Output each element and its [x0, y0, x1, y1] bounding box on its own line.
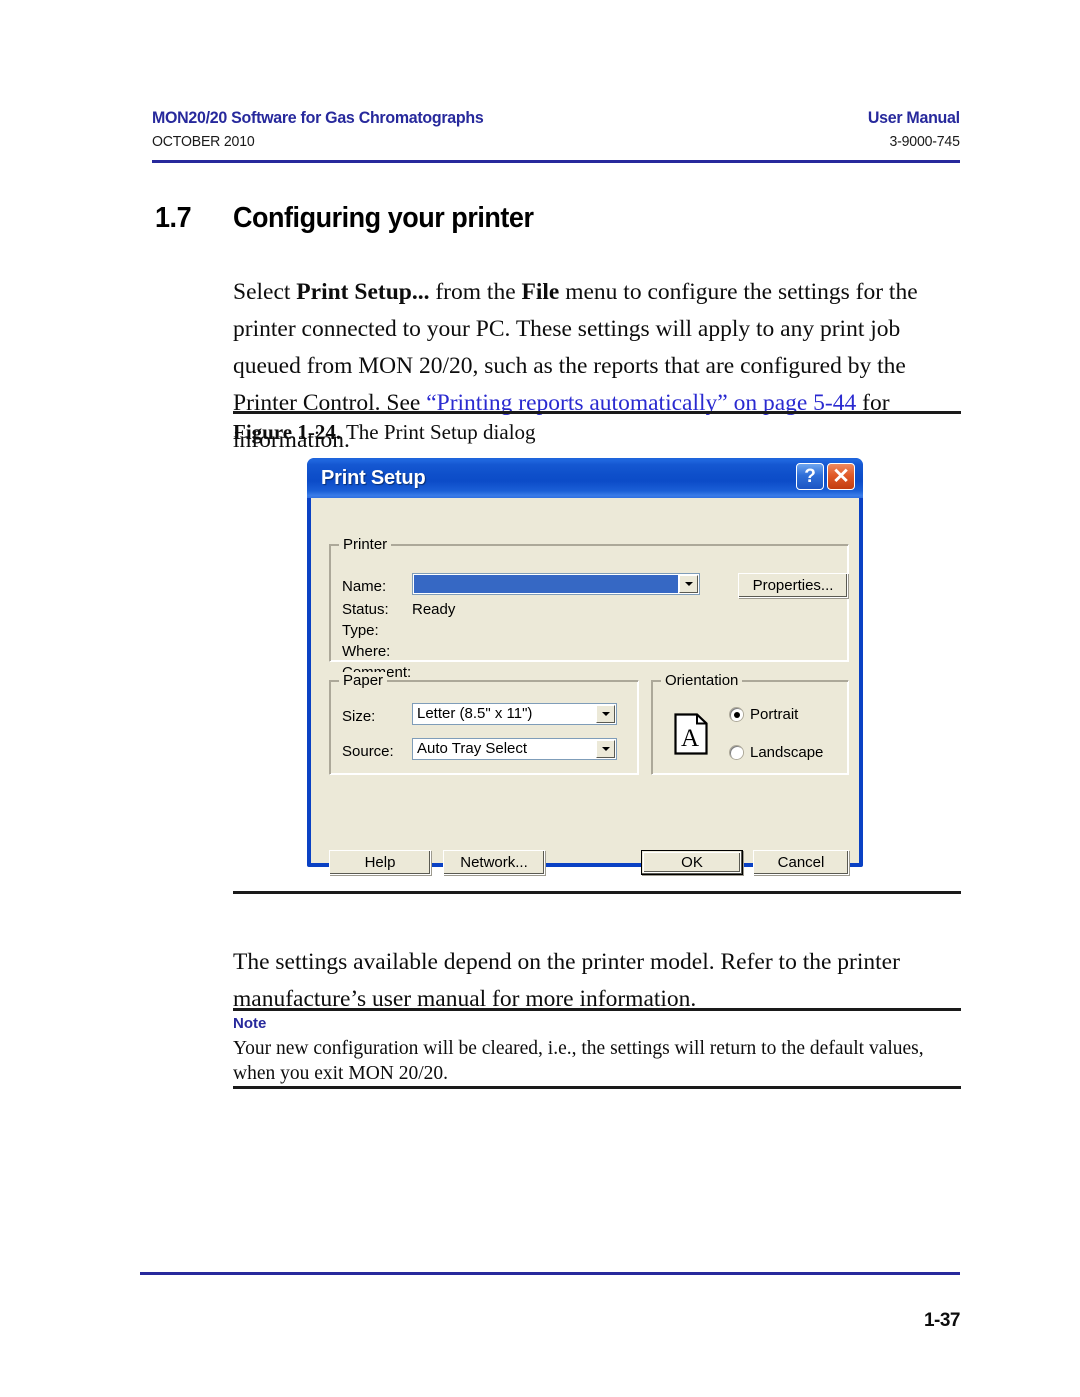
network-button-label: Network... — [460, 854, 528, 871]
orientation-portrait-label: Portrait — [750, 706, 799, 723]
printer-group-legend: Printer — [339, 536, 392, 553]
cancel-button-label: Cancel — [777, 854, 825, 871]
cancel-button[interactable]: Cancel — [753, 850, 849, 875]
section-title: Configuring your printer — [233, 202, 534, 235]
chevron-down-icon[interactable] — [596, 740, 615, 758]
printer-type-label: Type: — [342, 622, 379, 639]
paper-source-value: Auto Tray Select — [417, 740, 528, 757]
help-icon[interactable]: ? — [796, 463, 824, 490]
printer-name-combo[interactable] — [412, 573, 700, 595]
help-icon-glyph: ? — [804, 466, 816, 487]
orientation-group: Orientation A Portrait Landscape — [651, 672, 849, 775]
properties-button-label: Properties... — [752, 577, 834, 594]
figure-caption: Figure 1-24. The Print Setup dialog — [233, 420, 536, 445]
dialog-title: Print Setup — [321, 466, 426, 489]
figure-bottom-rule — [233, 891, 961, 894]
note-label: Note — [233, 1015, 267, 1032]
figure-top-rule — [233, 411, 961, 414]
post-figure-paragraph: The settings available depend on the pri… — [233, 948, 900, 1012]
close-icon-glyph: ✕ — [832, 465, 850, 488]
titlebar-buttons: ? ✕ — [796, 463, 855, 490]
ok-button[interactable]: OK — [641, 850, 743, 875]
note-bottom-rule — [233, 1086, 961, 1089]
paper-group: Paper Size: Letter (8.5" x 11") Source: … — [329, 672, 639, 775]
orientation-portrait-option[interactable]: Portrait — [730, 706, 798, 723]
printer-status-label: Status: — [342, 601, 389, 618]
section-number: 1.7 — [155, 202, 192, 235]
chevron-down-icon[interactable] — [596, 705, 615, 723]
paper-size-label: Size: — [342, 708, 376, 725]
printer-where-label: Where: — [342, 643, 391, 660]
svg-text:A: A — [681, 725, 699, 752]
note-top-rule — [233, 1008, 961, 1011]
orientation-landscape-option[interactable]: Landscape — [730, 744, 823, 761]
page-number: 1-37 — [923, 1310, 961, 1331]
menu-command-print-setup: Print Setup... — [296, 278, 430, 305]
help-button[interactable]: Help — [329, 850, 431, 875]
dialog-titlebar[interactable]: Print Setup ? ✕ — [307, 458, 863, 498]
radio-portrait-icon[interactable] — [730, 708, 743, 721]
help-button-label: Help — [364, 854, 396, 871]
manual-page: MON20/20 Software for Gas Chromatographs… — [0, 0, 1080, 1397]
ok-button-label: OK — [681, 854, 703, 871]
properties-button[interactable]: Properties... — [738, 573, 848, 598]
chevron-down-icon[interactable] — [679, 575, 698, 593]
header-part-number: 3-9000-745 — [889, 133, 960, 150]
header-date: OCTOBER 2010 — [152, 133, 255, 150]
footer-divider — [140, 1272, 960, 1275]
header-product-title: MON20/20 Software for Gas Chromatographs — [152, 108, 484, 127]
note-text: Your new configuration will be cleared, … — [233, 1038, 924, 1084]
menu-name-file: File — [521, 278, 560, 305]
intro-text-1: Select — [233, 278, 297, 305]
paper-size-combo[interactable]: Letter (8.5" x 11") — [412, 703, 617, 725]
figure-label: Figure 1-24. — [233, 420, 342, 444]
close-icon[interactable]: ✕ — [827, 463, 855, 490]
network-button[interactable]: Network... — [443, 850, 545, 875]
figure-caption-text: The Print Setup dialog — [341, 420, 536, 444]
orientation-landscape-label: Landscape — [750, 744, 824, 761]
paper-source-combo[interactable]: Auto Tray Select — [412, 738, 617, 760]
printer-group: Printer Name: Properties... Status: Read… — [329, 536, 849, 681]
paper-source-label: Source: — [342, 743, 394, 760]
printer-name-value — [414, 575, 678, 593]
header-document-type: User Manual — [868, 108, 960, 127]
intro-text-2: from the — [429, 278, 522, 305]
print-setup-dialog: Print Setup ? ✕ Printer Name: Properties… — [307, 458, 863, 875]
header-divider — [152, 160, 960, 163]
printer-status-value: Ready — [412, 601, 456, 618]
page-title: 1.7 Configuring your printer — [155, 202, 556, 235]
dialog-body: Printer Name: Properties... Status: Read… — [311, 498, 859, 875]
printer-name-label: Name: — [342, 578, 387, 595]
orientation-group-legend: Orientation — [661, 672, 743, 689]
running-header: MON20/20 Software for Gas Chromatographs… — [152, 108, 960, 150]
paper-size-value: Letter (8.5" x 11") — [417, 705, 533, 722]
paper-group-legend: Paper — [339, 672, 388, 689]
page-orientation-preview-icon: A — [674, 713, 708, 755]
radio-landscape-icon[interactable] — [730, 746, 743, 759]
